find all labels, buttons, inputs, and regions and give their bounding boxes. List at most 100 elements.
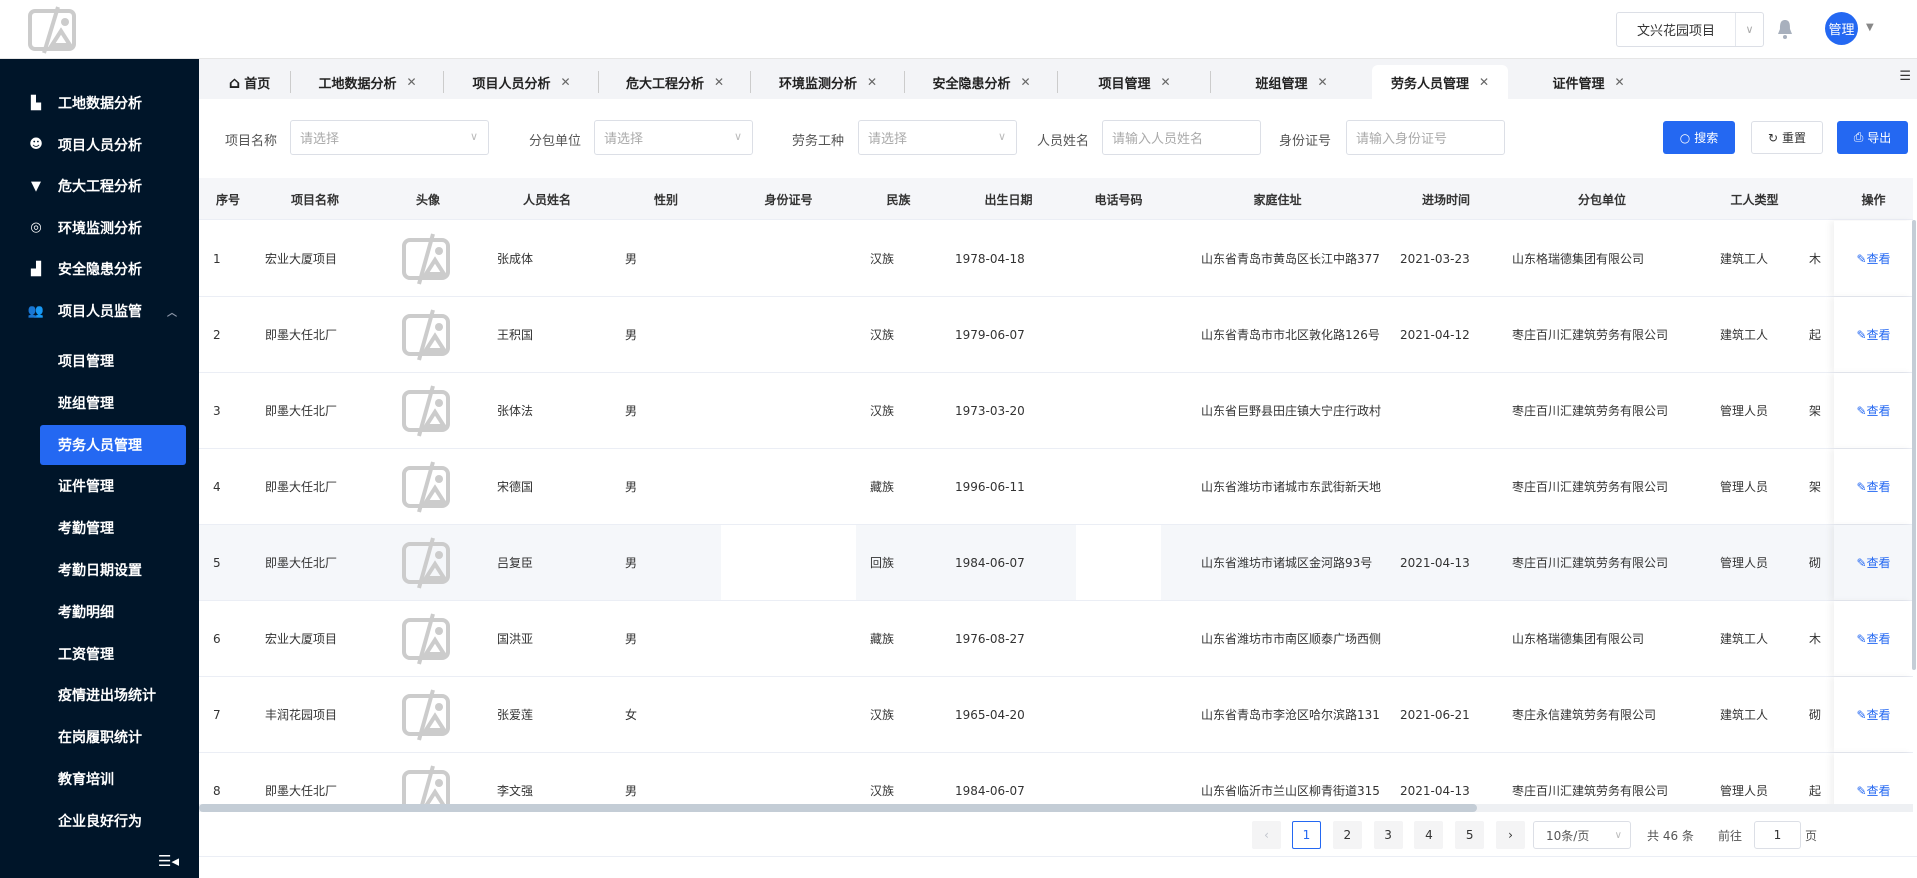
view-button[interactable]: ✎ 查看 (1834, 525, 1913, 600)
worktype-select[interactable]: 请选择 ∨ (858, 120, 1017, 155)
cell-gender: 男 (625, 480, 638, 494)
caret-down-icon[interactable]: ▼ (1866, 22, 1874, 33)
sidebar-subitem[interactable]: 考勤明细 (0, 592, 199, 632)
sidebar-item[interactable]: 👥 项目人员监管 ︿ (0, 291, 199, 331)
sidebar-item-label: 工地数据分析 (58, 96, 142, 112)
bell-icon[interactable] (1776, 18, 1794, 40)
top-header: 文兴花园项目 ∨ 管理 ▼ (0, 0, 1917, 59)
column-header[interactable]: 项目名称 (257, 178, 373, 220)
tab-item[interactable]: 危大工程分析 ✕ (599, 65, 751, 99)
table-header: 序号 项目名称 头像 人员姓名 性别 身份证号 民族 出生日期 电话号码 家庭住址 进场时间 分包单位… (199, 178, 1913, 220)
cell-project: 丰润花园项目 (265, 708, 338, 722)
sidebar-subitem[interactable]: 考勤管理 (0, 508, 199, 548)
close-icon[interactable]: ✕ (560, 75, 570, 89)
page-button[interactable]: 2 (1332, 821, 1362, 849)
view-button[interactable]: ✎ 查看 (1834, 297, 1913, 372)
column-header[interactable]: 身份证号 (721, 178, 856, 220)
reset-button[interactable]: ↻ 重置 (1751, 121, 1823, 154)
name-input[interactable]: 请输入人员姓名 (1102, 120, 1261, 155)
sidebar-subitem[interactable]: 考勤日期设置 (0, 550, 199, 590)
next-page-button[interactable]: › (1496, 821, 1525, 849)
tab-item[interactable]: 安全隐患分析 ✕ (905, 65, 1058, 99)
tab-item[interactable]: 环境监测分析 ✕ (751, 65, 905, 99)
sidebar-subitem[interactable]: 疫情进出场统计 (0, 675, 199, 715)
page-size-select[interactable]: 10条/页 ∨ (1533, 821, 1631, 849)
view-button[interactable]: ✎ 查看 (1834, 677, 1913, 752)
sidebar-subitem[interactable]: 劳务人员管理 (40, 424, 186, 465)
sidebar-item[interactable]: ◎ 环境监测分析 (0, 208, 199, 248)
sidebar-subitem[interactable]: 工资管理 (0, 634, 199, 674)
column-header[interactable]: 头像 (373, 178, 483, 220)
id-input[interactable]: 请输入身份证号 (1346, 120, 1505, 155)
sidebar-item[interactable]: ▟ 安全隐患分析 (0, 249, 199, 289)
tab-item[interactable]: 班组管理 ✕ (1211, 65, 1372, 99)
sidebar-subitem[interactable]: 在岗履职统计 (0, 717, 199, 757)
close-icon[interactable]: ✕ (714, 75, 724, 89)
avatar[interactable]: 管理 (1825, 12, 1858, 45)
sidebar-item[interactable]: ▼ 危大工程分析 (0, 166, 199, 206)
tab-item[interactable]: 项目人员分析 ✕ (444, 65, 599, 99)
edit-icon: ✎ (1856, 707, 1867, 722)
project-select[interactable]: 文兴花园项目 ∨ (1616, 12, 1764, 47)
close-icon[interactable]: ✕ (867, 75, 877, 89)
column-header[interactable]: 家庭住址 (1161, 178, 1394, 220)
column-header[interactable]: 人员姓名 (483, 178, 611, 220)
vertical-scrollbar[interactable] (1912, 220, 1916, 670)
cell-ethnic: 汉族 (870, 252, 895, 266)
sidebar-subitem[interactable]: 证件管理 (0, 466, 199, 506)
column-header[interactable]: 工人类型 (1706, 178, 1803, 220)
project-select-filter[interactable]: 请选择 ∨ (290, 120, 489, 155)
tab-item[interactable]: 工地数据分析 ✕ (291, 65, 444, 99)
tab-item[interactable]: 项目管理 ✕ (1058, 65, 1211, 99)
page-button[interactable]: 5 (1455, 821, 1485, 849)
view-button[interactable]: ✎ 查看 (1834, 753, 1913, 807)
sidebar-subitem[interactable]: 企业良好行为 (0, 801, 199, 841)
cell-sub: 枣庄百川汇建筑劳务有限公司 (1512, 556, 1669, 570)
tab-item[interactable]: ⌂ 首页 (208, 65, 291, 99)
prev-page-button[interactable]: ‹ (1252, 821, 1281, 849)
column-header[interactable]: 性别 (611, 178, 721, 220)
tab-item[interactable]: 劳务人员管理 ✕ (1372, 65, 1508, 99)
column-header[interactable]: 民族 (856, 178, 941, 220)
close-icon[interactable]: ✕ (406, 75, 416, 89)
collapse-sidebar-icon[interactable]: ☰◂ (158, 852, 179, 870)
cell-type: 建筑工人 (1720, 328, 1769, 342)
chevron-down-icon: ∨ (1614, 829, 1622, 841)
column-header[interactable]: 进场时间 (1394, 178, 1498, 220)
subcontractor-select[interactable]: 请选择 ∨ (594, 120, 753, 155)
cell-birth: 1965-04-20 (955, 707, 1025, 722)
scrollbar-thumb[interactable] (199, 804, 1477, 812)
export-button[interactable]: ⎙ 导出 (1837, 121, 1908, 154)
export-label: 导出 (1867, 131, 1892, 145)
goto-page-input[interactable]: 1 (1754, 821, 1801, 849)
close-icon[interactable]: ✕ (1614, 75, 1624, 89)
sidebar-item[interactable]: ▙ 工地数据分析 (0, 83, 199, 123)
close-icon[interactable]: ✕ (1020, 75, 1030, 89)
cell-ethnic: 藏族 (870, 632, 895, 646)
page-button[interactable]: 1 (1292, 821, 1321, 849)
view-button[interactable]: ✎ 查看 (1834, 449, 1913, 524)
page-button[interactable]: 3 (1373, 821, 1403, 849)
close-icon[interactable]: ✕ (1479, 75, 1489, 89)
sidebar-subitem[interactable]: 项目管理 (0, 341, 199, 381)
search-button[interactable]: ○ 搜索 (1663, 121, 1735, 154)
column-header[interactable]: 分包单位 (1498, 178, 1706, 220)
view-button[interactable]: ✎ 查看 (1834, 601, 1913, 676)
view-button[interactable]: ✎ 查看 (1834, 221, 1913, 296)
close-icon[interactable]: ✕ (1160, 75, 1170, 89)
horizontal-scrollbar[interactable] (199, 804, 1913, 812)
sidebar-item[interactable]: ☻ 项目人员分析 (0, 125, 199, 165)
cell-sub: 山东格瑞德集团有限公司 (1512, 632, 1645, 646)
page-button[interactable]: 4 (1414, 821, 1444, 849)
menu-icon[interactable]: ☰ (1899, 69, 1911, 84)
view-button[interactable]: ✎ 查看 (1834, 373, 1913, 448)
sidebar-subitem[interactable]: 班组管理 (0, 383, 199, 423)
cell-entry: 2021-06-21 (1400, 707, 1470, 722)
cell-address: 山东省青岛市市北区敦化路126号 (1201, 328, 1380, 342)
column-header[interactable]: 出生日期 (941, 178, 1076, 220)
building-icon: ▙ (31, 95, 41, 111)
column-header[interactable]: 电话号码 (1076, 178, 1161, 220)
tab-item[interactable]: 证件管理 ✕ (1508, 65, 1669, 99)
sidebar-subitem[interactable]: 教育培训 (0, 759, 199, 799)
close-icon[interactable]: ✕ (1317, 75, 1327, 89)
